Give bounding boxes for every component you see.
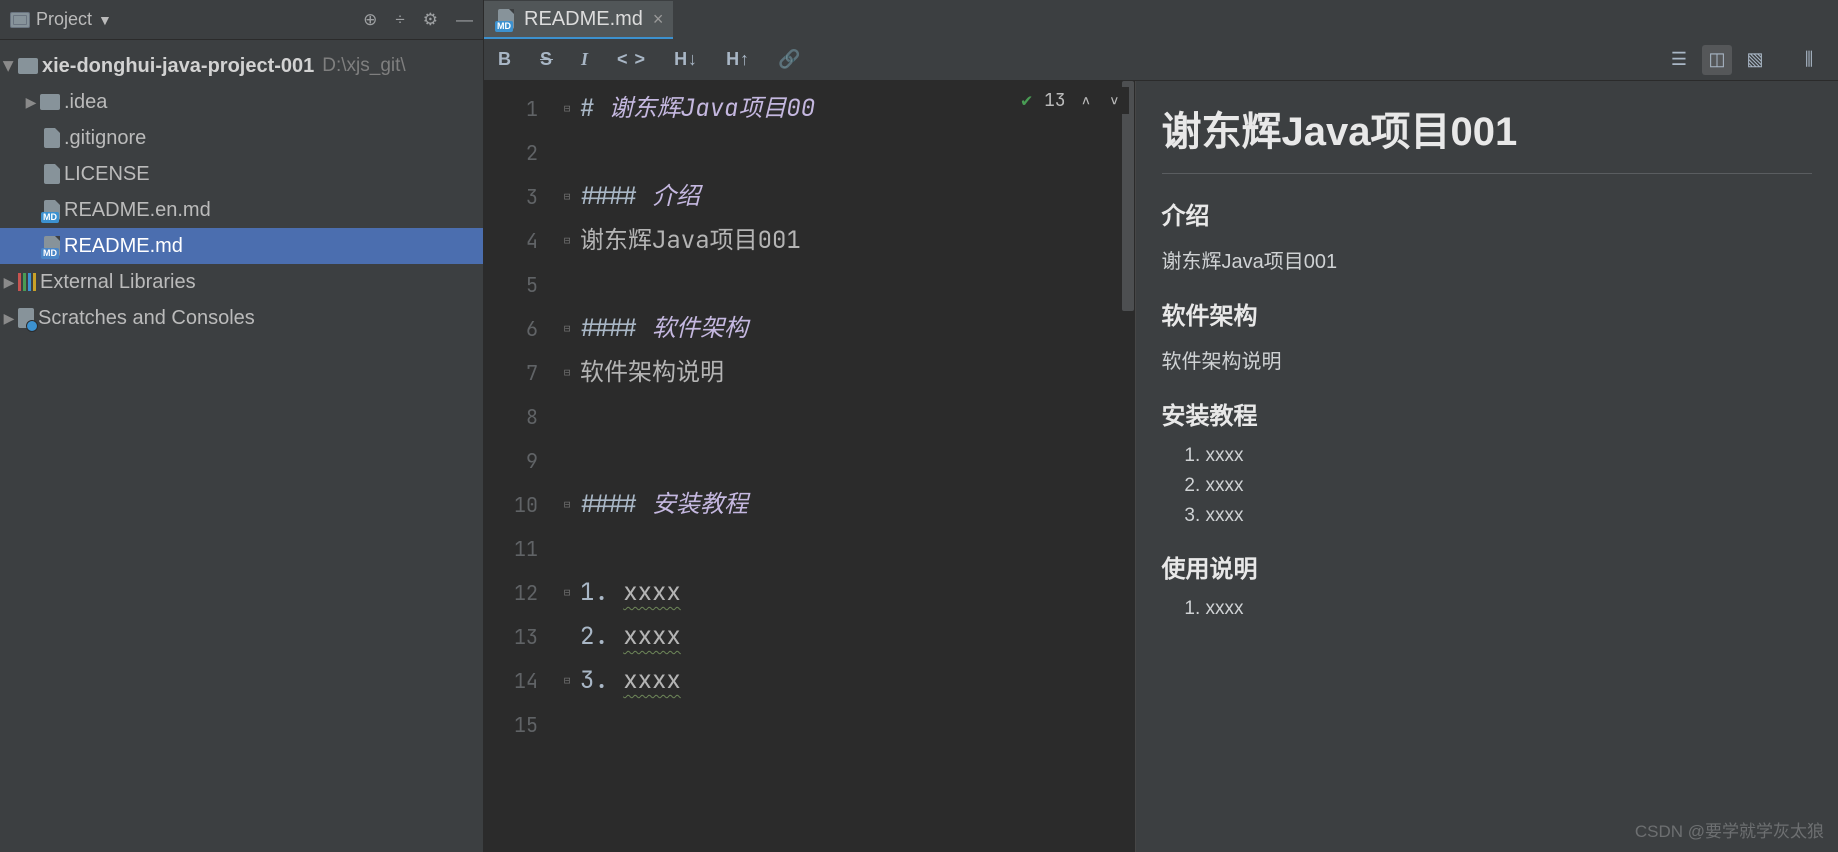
scratches-icon: [18, 308, 34, 328]
tab-label: README.md: [524, 8, 643, 31]
next-problem-icon[interactable]: ∨: [1106, 92, 1122, 110]
fold-column[interactable]: ⊟⊟⊟⊟⊟ ⊟⊟⊟: [558, 81, 576, 852]
project-view-title[interactable]: Project: [36, 9, 92, 30]
preview-paragraph: 谢东辉Java项目001: [1162, 245, 1813, 274]
columns-view-icon[interactable]: ⫼: [1794, 45, 1824, 75]
tab-readme[interactable]: MD README.md ×: [484, 1, 673, 39]
editor-area: MD README.md × B S I < > H↓ H↑ 🔗 ☰ ◫ ▧ ⫼: [484, 0, 1838, 852]
strike-button[interactable]: S: [540, 49, 553, 70]
expand-arrow-icon[interactable]: ▶: [22, 94, 40, 111]
file-icon: [44, 128, 60, 148]
project-view-dropdown-icon[interactable]: ▼: [98, 12, 112, 28]
list-item: xxxx: [1206, 445, 1813, 467]
expand-arrow-icon[interactable]: ▶: [1, 57, 18, 75]
root-path: D:\xjs_git\: [322, 55, 405, 77]
tree-file-license[interactable]: LICENSE: [0, 156, 483, 192]
project-panel: Project ▼ ⊕ ÷ ⚙ — ▶ xie-donghui-java-pro…: [0, 0, 484, 852]
code-button[interactable]: < >: [617, 49, 646, 70]
watermark: CSDN @要学就学灰太狼: [1635, 817, 1824, 842]
split-view-icon[interactable]: ◫: [1702, 45, 1732, 75]
inspection-widget[interactable]: ✔ 13 ∧ ∨: [1015, 87, 1128, 114]
markdown-preview[interactable]: 谢东辉Java项目001 介绍 谢东辉Java项目001 软件架构 软件架构说明…: [1136, 81, 1838, 852]
heading-down-button[interactable]: H↓: [674, 49, 698, 70]
markdown-editor[interactable]: 123 456 789 101112 131415 ⊟⊟⊟⊟⊟ ⊟⊟⊟ ✔ 13…: [484, 81, 1136, 852]
editor-split: 123 456 789 101112 131415 ⊟⊟⊟⊟⊟ ⊟⊟⊟ ✔ 13…: [484, 81, 1838, 852]
editor-only-view-icon[interactable]: ☰: [1664, 45, 1694, 75]
preview-h4: 软件架构: [1162, 296, 1813, 331]
italic-button[interactable]: I: [581, 49, 589, 70]
project-view-icon: [10, 12, 30, 28]
markdown-file-icon: MD: [498, 9, 514, 29]
preview-only-view-icon[interactable]: ▧: [1740, 45, 1770, 75]
collapse-all-icon[interactable]: ÷: [395, 10, 404, 30]
tree-external-libraries[interactable]: ▶ External Libraries: [0, 264, 483, 300]
tree-file-readme-en[interactable]: MD README.en.md: [0, 192, 483, 228]
preview-h1: 谢东辉Java项目001: [1162, 99, 1813, 174]
check-icon: ✔: [1021, 89, 1032, 112]
expand-arrow-icon[interactable]: ▶: [0, 310, 18, 327]
tree-root[interactable]: ▶ xie-donghui-java-project-001 D:\xjs_gi…: [0, 48, 483, 84]
close-tab-icon[interactable]: ×: [653, 9, 664, 30]
folder-icon: [40, 94, 60, 110]
tree-file-gitignore[interactable]: .gitignore: [0, 120, 483, 156]
list-item: xxxx: [1206, 475, 1813, 497]
preview-list: xxxx xxxx xxxx: [1206, 445, 1813, 527]
preview-h4: 使用说明: [1162, 549, 1813, 584]
editor-tabs: MD README.md ×: [484, 0, 1838, 39]
editor-scrollbar[interactable]: [1122, 81, 1134, 311]
code-content[interactable]: ✔ 13 ∧ ∨ # 谢东辉Java项目00 #### 介绍 谢东辉Java项目…: [576, 81, 1135, 852]
heading-up-button[interactable]: H↑: [726, 49, 750, 70]
preview-list: xxxx: [1206, 598, 1813, 620]
folder-icon: [18, 58, 38, 74]
libraries-icon: [18, 273, 36, 291]
expand-arrow-icon[interactable]: ▶: [0, 274, 18, 291]
project-tree: ▶ xie-donghui-java-project-001 D:\xjs_gi…: [0, 40, 483, 336]
file-icon: [44, 164, 60, 184]
preview-h4: 介绍: [1162, 196, 1813, 231]
list-item: xxxx: [1206, 505, 1813, 527]
bold-button[interactable]: B: [498, 49, 512, 70]
settings-icon[interactable]: ⚙: [423, 10, 438, 30]
root-name: xie-donghui-java-project-001: [42, 55, 314, 78]
markdown-file-icon: MD: [44, 236, 60, 256]
markdown-file-icon: MD: [44, 200, 60, 220]
hide-panel-icon[interactable]: —: [456, 10, 473, 30]
project-header: Project ▼ ⊕ ÷ ⚙ —: [0, 0, 483, 40]
list-item: xxxx: [1206, 598, 1813, 620]
line-gutter: 123 456 789 101112 131415: [484, 81, 558, 852]
problem-count: 13: [1044, 89, 1066, 112]
preview-h4: 安装教程: [1162, 396, 1813, 431]
locate-icon[interactable]: ⊕: [363, 10, 377, 30]
tree-folder-idea[interactable]: ▶ .idea: [0, 84, 483, 120]
preview-paragraph: 软件架构说明: [1162, 345, 1813, 374]
prev-problem-icon[interactable]: ∧: [1078, 92, 1094, 110]
link-button[interactable]: 🔗: [778, 49, 801, 70]
markdown-toolbar: B S I < > H↓ H↑ 🔗 ☰ ◫ ▧ ⫼: [484, 39, 1838, 81]
tree-file-readme[interactable]: MD README.md: [0, 228, 483, 264]
tree-scratches[interactable]: ▶ Scratches and Consoles: [0, 300, 483, 336]
